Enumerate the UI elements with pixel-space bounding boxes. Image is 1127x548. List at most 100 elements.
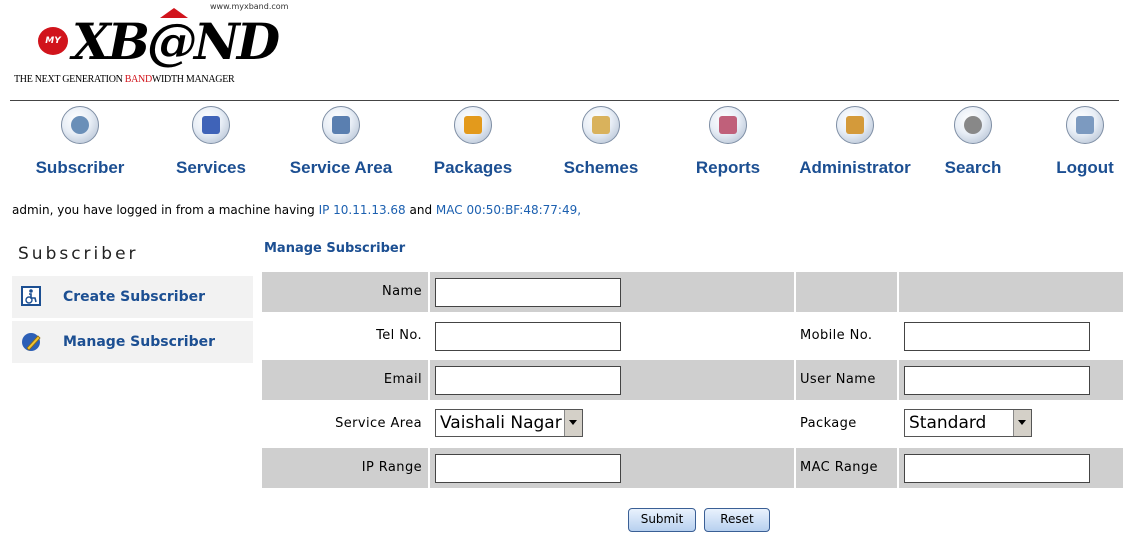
form-label-cell: Name <box>262 272 428 312</box>
form-row-ip-range: IP Range MAC Range <box>262 446 1125 488</box>
nav-logout[interactable]: Logout <box>1050 106 1120 186</box>
form-input-cell: Standard <box>899 404 1123 444</box>
nav-label: Schemes <box>563 158 639 177</box>
nav-label: Service Area <box>289 158 393 177</box>
form-row-service-area: Service Area Vaishali Nagar Package Stan… <box>262 402 1125 444</box>
service-area-select[interactable]: Vaishali Nagar <box>435 409 583 437</box>
sidebar-title: Subscriber <box>18 244 139 264</box>
schemes-icon <box>582 106 620 144</box>
form-input-cell <box>430 448 794 488</box>
nav-packages[interactable]: Packages <box>428 106 518 186</box>
chevron-down-icon[interactable] <box>1013 410 1031 436</box>
tagline-part-1: THE NEXT GENERATION <box>14 74 125 85</box>
form-input-cell: Vaishali Nagar <box>430 404 794 444</box>
administrator-icon <box>836 106 874 144</box>
form-label-cell: Mobile No. <box>796 316 897 356</box>
logout-icon <box>1066 106 1104 144</box>
mobile-label: Mobile No. <box>800 328 873 343</box>
nav-label: Administrator <box>799 158 911 177</box>
form-label-cell: Package <box>796 404 897 444</box>
main-nav: Subscriber Services Service Area Package… <box>0 106 1127 186</box>
tagline-part-3: WIDTH MANAGER <box>151 74 235 85</box>
app-logo: www.myxband.com MY XB@ND THE NEXT GENERA… <box>14 0 314 92</box>
subscriber-icon <box>61 106 99 144</box>
tel-label: Tel No. <box>376 328 422 343</box>
form-row-email: Email User Name <box>262 358 1125 400</box>
email-field[interactable] <box>435 366 621 395</box>
nav-reports[interactable]: Reports <box>690 106 766 186</box>
nav-service-area[interactable]: Service Area <box>283 106 399 186</box>
logo-badge: MY <box>38 27 68 55</box>
nav-subscriber[interactable]: Subscriber <box>30 106 130 186</box>
nav-label: Reports <box>695 158 761 177</box>
search-icon <box>954 106 992 144</box>
tel-field[interactable] <box>435 322 621 351</box>
nav-label: Services <box>176 158 246 177</box>
submit-button[interactable]: Submit <box>628 508 696 532</box>
nav-search[interactable]: Search <box>938 106 1008 186</box>
package-value: Standard <box>909 413 987 433</box>
packages-icon <box>454 106 492 144</box>
email-label: Email <box>383 372 422 387</box>
nav-schemes[interactable]: Schemes <box>557 106 645 186</box>
form-input-cell <box>899 316 1123 356</box>
nav-label: Logout <box>1056 158 1114 177</box>
nav-administrator[interactable]: Administrator <box>797 106 913 186</box>
package-label: Package <box>800 416 857 431</box>
form-label-cell: User Name <box>796 360 897 400</box>
login-info-text: admin, you have logged in from a machine… <box>12 203 319 217</box>
nav-label: Subscriber <box>35 158 125 177</box>
chevron-down-icon[interactable] <box>564 410 582 436</box>
package-select[interactable]: Standard <box>904 409 1032 437</box>
mac-range-field[interactable] <box>904 454 1090 483</box>
form-label-cell: MAC Range <box>796 448 897 488</box>
sidebar-item-label: Manage Subscriber <box>63 334 216 350</box>
nav-services[interactable]: Services <box>166 106 256 186</box>
form-row-name: Name <box>262 270 1125 312</box>
ip-range-label: IP Range <box>361 460 422 475</box>
form-input-cell <box>899 272 1123 312</box>
login-info-and: and <box>405 203 436 217</box>
form-label-cell: Tel No. <box>262 316 428 356</box>
pencil-icon <box>21 331 41 351</box>
services-icon <box>192 106 230 144</box>
form-label-cell: Email <box>262 360 428 400</box>
username-label: User Name <box>800 372 876 387</box>
logo-tagline: THE NEXT GENERATION BANDWIDTH MANAGER <box>14 74 235 85</box>
mac-range-label: MAC Range <box>800 460 878 475</box>
form-label-cell: Service Area <box>262 404 428 444</box>
form-row-tel: Tel No. Mobile No. <box>262 314 1125 356</box>
header-divider <box>10 100 1119 101</box>
service-area-label: Service Area <box>335 416 422 431</box>
page-title: Manage Subscriber <box>264 241 406 256</box>
logo-url: www.myxband.com <box>210 2 289 11</box>
form-input-cell <box>430 360 794 400</box>
name-field[interactable] <box>435 278 621 307</box>
service-area-value: Vaishali Nagar <box>440 413 562 433</box>
form-label-cell <box>796 272 897 312</box>
form-input-cell <box>899 448 1123 488</box>
sidebar-item-label: Create Subscriber <box>63 289 206 305</box>
ip-range-field[interactable] <box>435 454 621 483</box>
username-field[interactable] <box>904 366 1090 395</box>
form-input-cell <box>430 316 794 356</box>
logo-brand-text: XB@ND <box>72 12 280 71</box>
service-area-icon <box>322 106 360 144</box>
sidebar-item-create-subscriber[interactable]: Create Subscriber <box>12 276 253 318</box>
form-input-cell <box>430 272 794 312</box>
login-mac: MAC 00:50:BF:48:77:49, <box>435 203 582 217</box>
form-label-cell: IP Range <box>262 448 428 488</box>
reset-button[interactable]: Reset <box>704 508 770 532</box>
sidebar-item-manage-subscriber[interactable]: Manage Subscriber <box>12 321 253 363</box>
tagline-part-2: BAND <box>124 74 152 85</box>
name-label: Name <box>382 284 422 299</box>
wheelchair-icon <box>21 286 41 306</box>
logo-brand: XB@ND <box>72 16 280 68</box>
reports-icon <box>709 106 747 144</box>
form-input-cell <box>899 360 1123 400</box>
login-info: admin, you have logged in from a machine… <box>12 203 581 217</box>
nav-label: Packages <box>433 158 513 177</box>
login-ip: IP 10.11.13.68 <box>318 203 406 217</box>
nav-label: Search <box>944 158 1002 177</box>
mobile-field[interactable] <box>904 322 1090 351</box>
